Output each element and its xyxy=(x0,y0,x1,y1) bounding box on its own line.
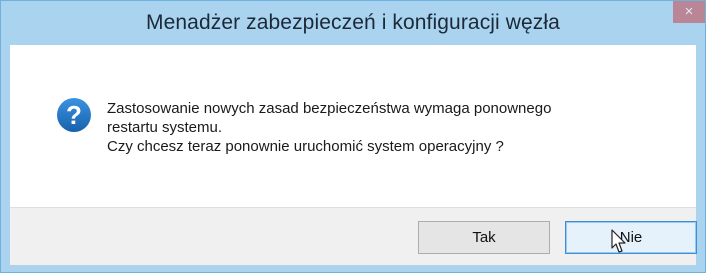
message-line: restartu systemu. xyxy=(107,119,223,136)
dialog-message: Zastosowanie nowych zasad bezpieczeństwa… xyxy=(107,99,551,156)
dialog-title: Menadżer zabezpieczeń i konfiguracji węz… xyxy=(146,11,560,34)
no-button[interactable]: Nie xyxy=(565,221,697,254)
yes-button[interactable]: Tak xyxy=(418,221,550,254)
message-line: Zastosowanie nowych zasad bezpieczeństwa… xyxy=(107,100,552,117)
message-line: Czy chcesz teraz ponownie uruchomić syst… xyxy=(107,138,504,155)
question-icon: ? xyxy=(57,98,91,132)
close-button[interactable]: × xyxy=(673,1,705,23)
svg-text:?: ? xyxy=(66,100,82,130)
title-bar: Menadżer zabezpieczeń i konfiguracji węz… xyxy=(1,1,705,45)
mouse-pointer-icon xyxy=(611,229,626,253)
